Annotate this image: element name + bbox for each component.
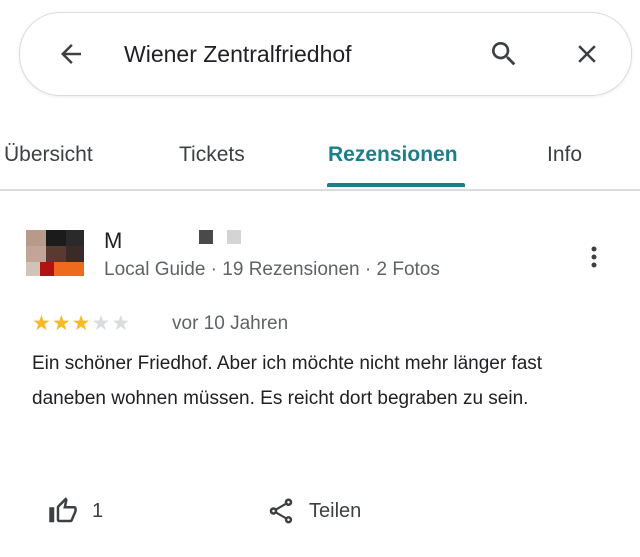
- reviewer-name[interactable]: M: [104, 228, 122, 254]
- review-text: Ein schöner Friedhof. Aber ich möchte ni…: [32, 353, 543, 409]
- avatar[interactable]: [26, 230, 84, 276]
- search-icon[interactable]: [488, 38, 520, 70]
- active-tab-indicator: [327, 183, 465, 187]
- redacted-name-block: [199, 230, 213, 244]
- search-input[interactable]: Wiener Zentralfriedhof: [124, 39, 352, 69]
- star-empty-icon: ★: [111, 312, 131, 335]
- reviewer-meta: Local Guide · 19 Rezensionen · 2 Fotos: [104, 259, 440, 280]
- tab-reviews[interactable]: Rezensionen: [328, 142, 458, 168]
- arrow-left-icon[interactable]: [56, 39, 86, 69]
- star-filled-icon: ★: [32, 312, 51, 335]
- star-rating: ★★★★★: [32, 312, 131, 336]
- divider: [0, 189, 640, 191]
- share-icon: [269, 498, 293, 524]
- thumb-up-icon: [49, 497, 77, 523]
- more-vert-icon[interactable]: [582, 242, 606, 272]
- share-label: Teilen: [309, 500, 362, 522]
- close-icon[interactable]: [572, 39, 602, 69]
- like-count: 1: [92, 500, 104, 522]
- star-filled-icon: ★: [51, 312, 71, 335]
- review-date: vor 10 Jahren: [172, 313, 289, 334]
- star-empty-icon: ★: [91, 312, 111, 335]
- tab-bar: Übersicht Tickets Rezensionen Info: [0, 116, 640, 190]
- tab-info[interactable]: Info: [547, 142, 582, 168]
- share-button[interactable]: Teilen: [266, 494, 386, 528]
- tab-overview[interactable]: Übersicht: [4, 142, 93, 168]
- star-filled-icon: ★: [71, 312, 91, 335]
- tab-tickets[interactable]: Tickets: [179, 142, 245, 168]
- redacted-name-block: [227, 230, 241, 244]
- search-bar[interactable]: Wiener Zentralfriedhof: [19, 12, 632, 96]
